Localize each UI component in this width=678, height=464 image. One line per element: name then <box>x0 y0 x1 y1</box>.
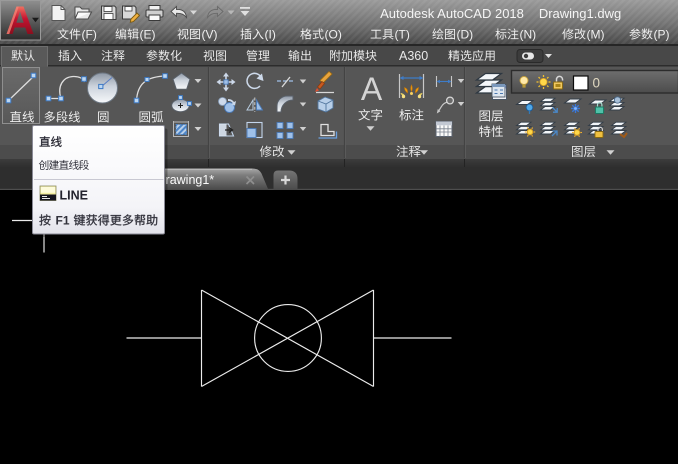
svg-text:(D): (D) <box>457 28 474 42</box>
svg-text:A: A <box>361 71 383 107</box>
svg-text:(M): (M) <box>587 28 605 42</box>
svg-text:LINE: LINE <box>60 189 88 203</box>
svg-text:(N): (N) <box>520 28 537 42</box>
svg-text:Drawing1.dwg: Drawing1.dwg <box>539 6 621 21</box>
svg-text:(V): (V) <box>202 28 218 42</box>
svg-text:0: 0 <box>593 76 601 91</box>
svg-text:A360: A360 <box>399 49 428 63</box>
svg-text:(E): (E) <box>140 28 156 42</box>
svg-text:(O): (O) <box>325 28 342 42</box>
svg-text:(T): (T) <box>395 28 410 42</box>
svg-text:F1: F1 <box>56 214 70 228</box>
svg-text:Autodesk AutoCAD 2018: Autodesk AutoCAD 2018 <box>380 6 524 21</box>
svg-text:(P): (P) <box>654 28 670 42</box>
svg-text:(I): (I) <box>265 28 276 42</box>
svg-text:(F): (F) <box>82 28 97 42</box>
